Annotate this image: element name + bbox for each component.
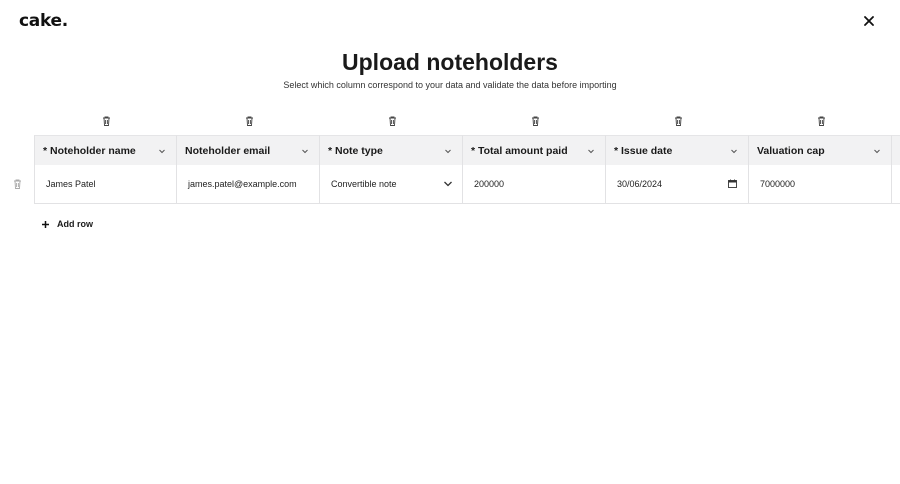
add-row-button[interactable]: Add row xyxy=(41,219,93,229)
column-header-total-amount-paid[interactable]: * Total amount paid xyxy=(463,135,606,165)
chevron-down-icon xyxy=(874,149,880,154)
trash-icon xyxy=(388,116,396,126)
cell-value: Convertible note xyxy=(331,179,397,189)
cell-value: 200000 xyxy=(474,179,505,189)
plus-icon xyxy=(42,220,49,228)
trash-icon xyxy=(531,116,539,126)
cell-value: james.patel@example.com xyxy=(188,179,297,189)
noteholders-table: * Noteholder name Noteholder email * Not… xyxy=(34,135,900,204)
column-header-label: * Noteholder name xyxy=(43,144,136,157)
cell-value: 7000000 xyxy=(760,179,796,189)
column-header-label: * Note type xyxy=(328,144,383,157)
cell-value: James Patel xyxy=(46,179,96,189)
cell-next[interactable] xyxy=(892,165,900,204)
note-type-select[interactable]: Convertible note xyxy=(320,165,463,204)
chevron-down-icon xyxy=(444,181,452,187)
issue-date-input[interactable]: 30/06/2024 xyxy=(606,165,749,204)
page-title: Upload noteholders xyxy=(342,49,558,75)
cell-valuation-cap[interactable]: 7000000 xyxy=(749,165,892,204)
trash-icon xyxy=(674,116,682,126)
close-icon xyxy=(864,16,874,26)
delete-column-6-button[interactable] xyxy=(815,115,827,127)
column-header-next[interactable] xyxy=(892,135,900,165)
cell-total-amount-paid[interactable]: 200000 xyxy=(463,165,606,204)
add-row-label: Add row xyxy=(57,219,93,229)
column-header-noteholder-email[interactable]: Noteholder email xyxy=(177,135,320,165)
delete-column-5-button[interactable] xyxy=(672,115,684,127)
delete-row-button[interactable] xyxy=(12,178,23,190)
chevron-down-icon xyxy=(588,149,594,154)
cell-value: 30/06/2024 xyxy=(617,179,663,189)
cell-noteholder-email[interactable]: james.patel@example.com xyxy=(177,165,320,204)
delete-column-3-button[interactable] xyxy=(386,115,398,127)
delete-column-4-button[interactable] xyxy=(529,115,541,127)
delete-column-2-button[interactable] xyxy=(243,115,255,127)
cake-logo: cake. xyxy=(19,11,68,31)
chevron-down-icon xyxy=(159,149,165,154)
cell-noteholder-name[interactable]: James Patel xyxy=(34,165,177,204)
column-header-label: Valuation cap xyxy=(757,144,825,157)
column-header-label: * Total amount paid xyxy=(471,144,568,157)
close-button[interactable] xyxy=(859,11,879,31)
chevron-down-icon xyxy=(445,149,451,154)
column-header-issue-date[interactable]: * Issue date xyxy=(606,135,749,165)
calendar-icon[interactable] xyxy=(728,179,737,188)
delete-column-1-button[interactable] xyxy=(100,115,112,127)
trash-icon xyxy=(817,116,825,126)
trash-icon xyxy=(14,179,21,189)
column-header-noteholder-name[interactable]: * Noteholder name xyxy=(34,135,177,165)
column-header-label: * Issue date xyxy=(614,144,673,157)
chevron-down-icon xyxy=(731,149,737,154)
column-header-label: Noteholder email xyxy=(185,144,271,157)
chevron-down-icon xyxy=(302,149,308,154)
column-header-note-type[interactable]: * Note type xyxy=(320,135,463,165)
page-subtitle: Select which column correspond to your d… xyxy=(283,80,617,90)
column-header-valuation-cap[interactable]: Valuation cap xyxy=(749,135,892,165)
trash-icon xyxy=(102,116,110,126)
trash-icon xyxy=(245,116,253,126)
